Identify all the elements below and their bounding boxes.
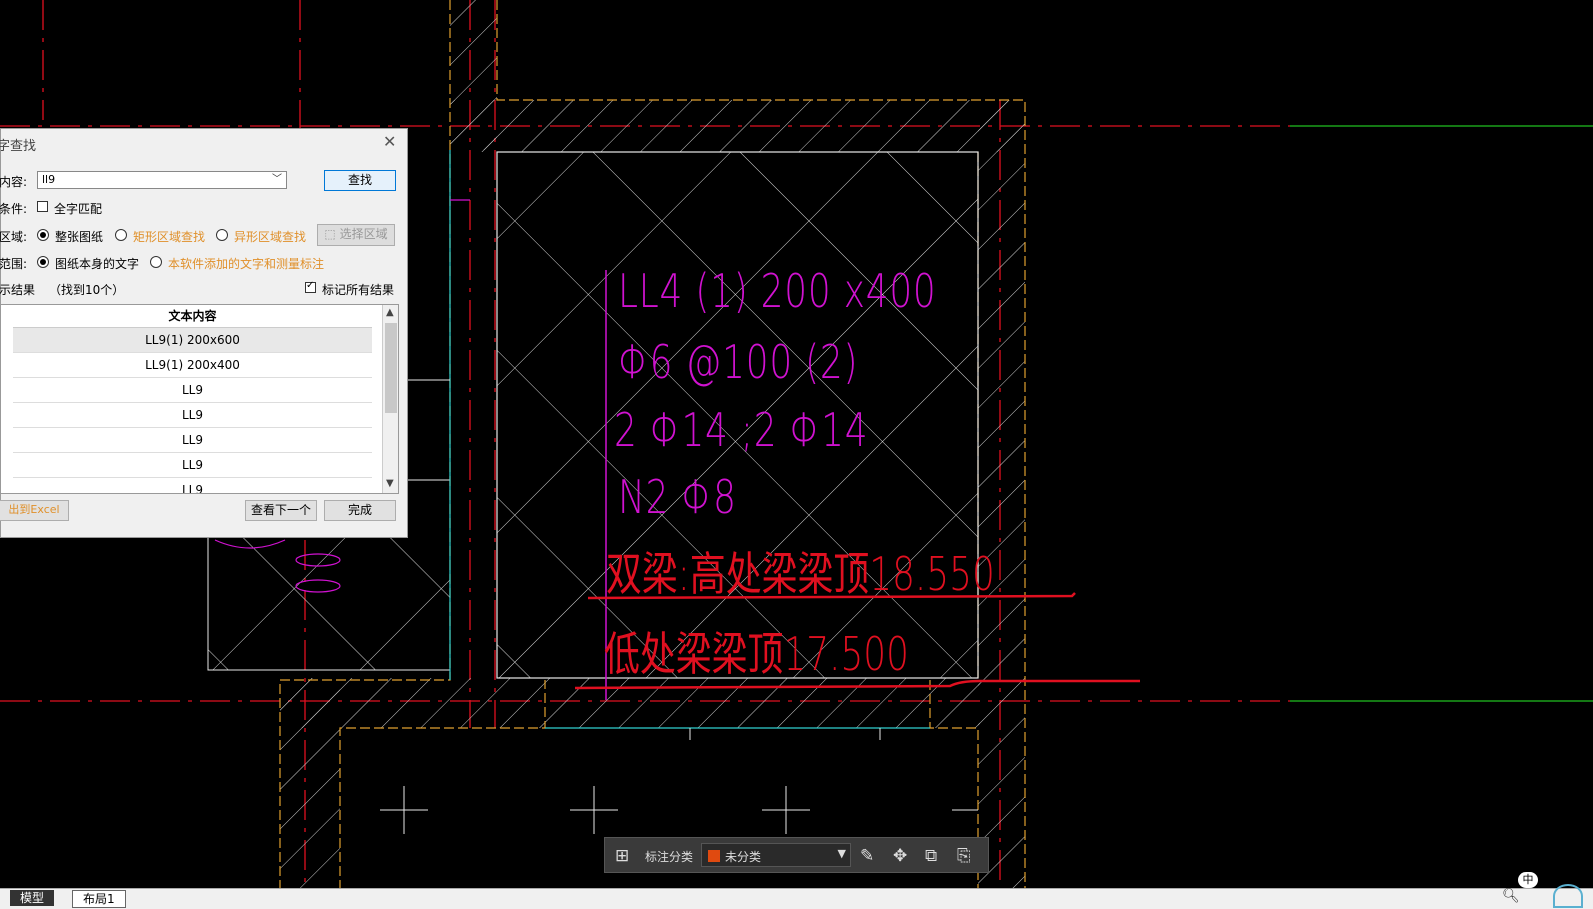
condition-label: 条件: — [0, 202, 28, 216]
longitudinal-rebar-label: 2 Φ14 ;2 Φ14 — [614, 403, 869, 457]
select-region-button[interactable]: ⬚ 选择区域 — [317, 224, 395, 246]
low-beam-note: 低处梁梁顶17.500 — [604, 627, 909, 681]
results-label: 示结果 — [0, 283, 36, 297]
paste-icon[interactable]: ⎘ — [957, 846, 971, 866]
table-row[interactable]: LL9 — [13, 453, 372, 478]
tab-layout1[interactable]: 布局1 — [72, 890, 126, 908]
select-region-label: 选择区域 — [339, 227, 388, 241]
export-excel-button[interactable]: 出到Excel — [0, 500, 69, 521]
close-icon[interactable]: ✕ — [383, 132, 396, 151]
chevron-down-icon[interactable]: ﹀ — [272, 172, 282, 188]
whole-word-label: 全字匹配 — [54, 202, 103, 216]
magnifier-icon[interactable]: 🔍︎ — [1502, 888, 1520, 904]
done-button[interactable]: 完成 — [324, 500, 396, 521]
region-rect-radio[interactable] — [115, 229, 127, 241]
scrollbar-thumb[interactable] — [385, 323, 397, 413]
copy-icon[interactable]: ⧉ — [925, 846, 937, 866]
category-value: 未分类 — [725, 850, 762, 864]
annotation-category-label: 标注分类 — [645, 850, 694, 864]
assistant-icon[interactable] — [1553, 884, 1583, 908]
region-label: 区域: — [0, 230, 28, 244]
content-label: 内容: — [0, 175, 28, 189]
region-whole-label: 整张图纸 — [55, 230, 104, 244]
mark-all-label: 标记所有结果 — [322, 283, 395, 297]
table-row[interactable]: LL9 — [13, 403, 372, 428]
region-irregular-radio[interactable] — [216, 229, 228, 241]
view-next-button[interactable]: 查看下一个 — [245, 500, 317, 521]
scroll-down-icon[interactable]: ▼ — [386, 478, 394, 489]
high-beam-note: 双梁:高处梁梁顶18.550 — [606, 547, 995, 601]
edit-icon[interactable]: ✎ — [860, 846, 874, 866]
scope-drawing-radio[interactable] — [37, 256, 49, 268]
annotation-toolbar: ⊞ 标注分类 未分类 ▼ ✎ ✥ ⧉ ⎘ — [604, 837, 989, 873]
results-count: （找到10个） — [49, 283, 125, 297]
region-rect-label: 矩形区域查找 — [133, 230, 206, 244]
scroll-up-icon[interactable]: ▲ — [386, 307, 394, 318]
select-region-icon: ⬚ — [324, 227, 336, 241]
torsion-rebar-label: N2 Φ8 — [618, 470, 737, 524]
table-header: 文本内容 — [13, 305, 372, 328]
table-row[interactable]: LL9 — [13, 378, 372, 403]
move-icon[interactable]: ✥ — [893, 846, 907, 866]
scope-software-radio[interactable] — [150, 256, 162, 268]
ime-indicator[interactable]: 中 — [1518, 872, 1538, 888]
dialog-title: 字查找 — [0, 139, 37, 154]
tab-model[interactable]: 模型 — [10, 890, 55, 906]
chevron-down-icon[interactable]: ▼ — [838, 847, 846, 860]
table-scrollbar[interactable]: ▲ ▼ — [382, 305, 398, 493]
table-row[interactable]: LL9(1) 200x400 — [13, 353, 372, 378]
text-find-dialog: 字查找 ✕ 内容: ll9 ﹀ 查找 条件: 全字匹配 区域: 整张图纸 矩形区… — [0, 128, 408, 538]
results-table: 文本内容 LL9(1) 200x600 LL9(1) 200x400 LL9 L… — [0, 304, 399, 494]
search-content-value: ll9 — [42, 173, 56, 186]
category-select[interactable]: 未分类 ▼ — [701, 843, 851, 867]
grid-icon[interactable]: ⊞ — [615, 846, 629, 866]
stirrup-label: Φ6 @100 (2) — [618, 335, 859, 389]
region-whole-radio[interactable] — [37, 229, 49, 241]
scope-drawing-label: 图纸本身的文字 — [55, 257, 140, 271]
table-row[interactable]: LL9(1) 200x600 — [13, 328, 372, 353]
layout-tabs-bar: 模型 布局1 — [0, 888, 1593, 909]
scope-label: 范围: — [0, 257, 28, 271]
region-irregular-label: 异形区域查找 — [234, 230, 307, 244]
table-row[interactable]: LL9 — [13, 428, 372, 453]
find-button[interactable]: 查找 — [324, 170, 396, 191]
beam-name-label: LL4 (1) 200 x400 — [618, 264, 937, 318]
search-content-combobox[interactable]: ll9 ﹀ — [37, 171, 287, 189]
category-color-swatch — [708, 850, 720, 862]
scope-software-label: 本软件添加的文字和测量标注 — [168, 257, 325, 271]
mark-all-checkbox[interactable] — [305, 280, 316, 293]
whole-word-checkbox[interactable] — [37, 201, 48, 212]
table-row[interactable]: LL9 — [13, 478, 372, 493]
